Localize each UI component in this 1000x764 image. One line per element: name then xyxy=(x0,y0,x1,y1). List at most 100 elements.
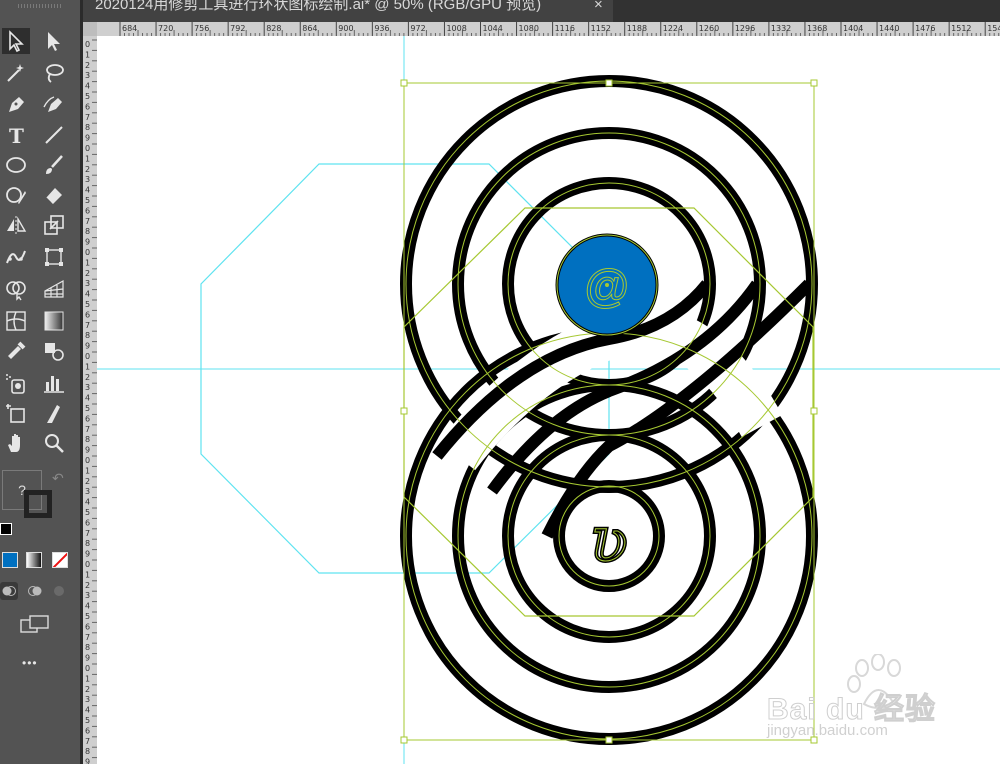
ruler-label: 1 xyxy=(85,258,90,267)
artboard-canvas[interactable]: @ ʋ ʋ Bai du 经验 jingyan.baidu.com xyxy=(97,36,1000,764)
artboard-tool-icon[interactable] xyxy=(2,400,30,426)
ruler-label: 7 xyxy=(85,113,90,122)
gradient-mode-button[interactable] xyxy=(26,552,42,568)
shaper-tool-icon[interactable] xyxy=(2,182,30,208)
ruler-label: 0 xyxy=(85,664,90,673)
horizontal-ruler[interactable]: 684 720 756 792 828 864 900 936 972 1008 1044 1080 1… xyxy=(97,22,1000,36)
ruler-label: 4 xyxy=(85,706,90,715)
ruler-label: 7 xyxy=(85,217,90,226)
handle-top-right xyxy=(810,79,818,87)
ruler-label: 5 xyxy=(85,508,90,517)
pen-tool-icon[interactable] xyxy=(2,92,30,118)
ruler-label: 8 xyxy=(85,331,90,340)
ruler-label: 8 xyxy=(85,227,90,236)
ruler-label: 1 xyxy=(85,154,90,163)
ruler-label: 6 xyxy=(85,518,90,527)
tools-panel: T ? ↶ ••• xyxy=(0,0,80,764)
reflect-tool-icon[interactable] xyxy=(2,212,30,238)
zoom-tool-icon[interactable] xyxy=(40,430,68,456)
baidu-watermark: Bai du 经验 jingyan.baidu.com xyxy=(766,654,997,744)
free-transform-tool-icon[interactable] xyxy=(40,244,68,270)
line-segment-tool-icon[interactable] xyxy=(40,122,68,148)
type-tool-icon[interactable]: T xyxy=(2,122,30,148)
ruler-label: 4 xyxy=(85,290,90,299)
lasso-tool-icon[interactable] xyxy=(40,60,68,86)
ruler-label: 4 xyxy=(85,394,90,403)
ruler-label: 792 xyxy=(230,24,245,33)
swap-fill-stroke-icon[interactable]: ↶ xyxy=(52,470,64,487)
vertical-ruler[interactable]: 0123456789012345678901234567890123456789… xyxy=(83,36,97,764)
ruler-label: 5 xyxy=(85,300,90,309)
puppet-warp-tool-icon[interactable] xyxy=(2,244,30,270)
document-tab-bar: 2020124用修剪工具进行环状图标绘制.ai* @ 50% (RGB/GPU … xyxy=(83,0,1000,22)
gradient-tool-icon[interactable] xyxy=(40,308,68,334)
svg-text:ʋ: ʋ xyxy=(590,503,628,576)
selection-tool-icon[interactable] xyxy=(2,28,30,54)
scale-tool-icon[interactable] xyxy=(40,212,68,238)
handle-bottom-left xyxy=(400,736,408,744)
slice-tool-icon[interactable] xyxy=(40,400,68,426)
ruler-label: 2 xyxy=(85,477,90,486)
ruler-label: 8 xyxy=(85,123,90,132)
stroke-swatch[interactable] xyxy=(24,490,52,518)
ruler-label: 0 xyxy=(85,352,90,361)
ruler-label: 7 xyxy=(85,529,90,538)
ruler-label: 9 xyxy=(85,342,90,351)
column-graph-tool-icon[interactable] xyxy=(40,370,68,396)
color-mode-button[interactable] xyxy=(2,552,18,568)
ruler-label: 7 xyxy=(85,737,90,746)
ruler-label: 3 xyxy=(85,383,90,392)
ruler-label: 0 xyxy=(85,40,90,49)
ruler-label: 0 xyxy=(85,248,90,257)
blend-tool-icon[interactable] xyxy=(40,338,68,364)
ruler-label: 2 xyxy=(85,581,90,590)
ruler-label: 1 xyxy=(85,570,90,579)
ruler-label: 9 xyxy=(85,654,90,663)
ellipse-tool-icon[interactable] xyxy=(2,152,30,178)
none-mode-button[interactable] xyxy=(52,552,68,568)
panel-grip[interactable] xyxy=(18,4,62,8)
eraser-tool-icon[interactable] xyxy=(40,182,68,208)
magic-wand-tool-icon[interactable] xyxy=(2,60,30,86)
curvature-tool-icon[interactable] xyxy=(40,92,68,118)
ruler-label: 8 xyxy=(85,435,90,444)
center-badge[interactable]: @ xyxy=(555,233,659,337)
ruler-label: 6 xyxy=(85,726,90,735)
eyedropper-tool-icon[interactable] xyxy=(2,338,30,364)
document-tab[interactable]: 2020124用修剪工具进行环状图标绘制.ai* @ 50% (RGB/GPU … xyxy=(83,0,613,22)
perspective-grid-tool-icon[interactable] xyxy=(40,276,68,302)
draw-behind-icon[interactable] xyxy=(26,582,44,600)
document-tab-title: 2020124用修剪工具进行环状图标绘制.ai* @ 50% (RGB/GPU … xyxy=(95,0,542,13)
ruler-label: 1 xyxy=(85,674,90,683)
direct-selection-tool-icon[interactable] xyxy=(40,28,68,54)
draw-inside-icon[interactable] xyxy=(50,582,68,600)
screen-mode-icon[interactable] xyxy=(20,614,50,636)
hand-tool-icon[interactable] xyxy=(2,430,30,456)
ruler-label: 864 xyxy=(302,24,317,33)
ruler-label: 3 xyxy=(85,591,90,600)
ruler-label: 4 xyxy=(85,186,90,195)
ruler-label: 3 xyxy=(85,695,90,704)
shape-builder-tool-icon[interactable] xyxy=(2,276,30,302)
draw-normal-icon[interactable] xyxy=(0,582,18,600)
default-fill-stroke-icon[interactable] xyxy=(0,523,12,535)
ruler-label: 1 xyxy=(85,466,90,475)
mesh-tool-icon[interactable] xyxy=(2,308,30,334)
edit-toolbar-button[interactable]: ••• xyxy=(22,656,38,670)
ruler-label: 5 xyxy=(85,92,90,101)
ruler-label: 4 xyxy=(85,498,90,507)
ruler-label: 1080 xyxy=(519,24,539,33)
paintbrush-tool-icon[interactable] xyxy=(40,152,68,178)
ruler-label: 6 xyxy=(85,102,90,111)
close-tab-icon[interactable]: × xyxy=(594,0,603,13)
ruler-origin[interactable] xyxy=(83,22,97,36)
handle-bottom xyxy=(605,736,613,744)
ruler-label: 2 xyxy=(85,373,90,382)
ruler-label: 1440 xyxy=(879,24,899,33)
ruler-label: 828 xyxy=(266,24,281,33)
symbol-sprayer-tool-icon[interactable] xyxy=(2,370,30,396)
ruler-label: 3 xyxy=(85,175,90,184)
ruler-label: 3 xyxy=(85,279,90,288)
ruler-label: 5 xyxy=(85,404,90,413)
ruler-label: 6 xyxy=(85,206,90,215)
